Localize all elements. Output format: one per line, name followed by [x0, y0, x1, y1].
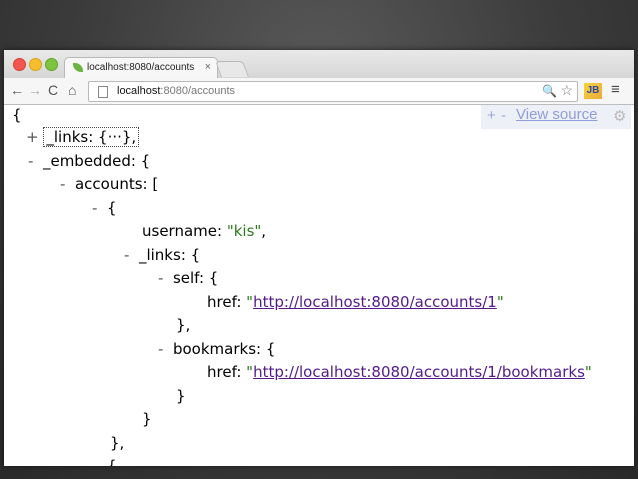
json-line-links-close: }: [142, 410, 152, 428]
json-key: bookmarks: [172, 340, 257, 358]
json-line-bookmarks-close: }: [176, 387, 186, 405]
self-href-link[interactable]: http://localhost:8080/accounts/1: [253, 293, 497, 311]
json-key: href: [207, 293, 237, 311]
json-key: href: [207, 363, 237, 381]
zoom-icon[interactable]: 🔍: [542, 84, 557, 98]
json-key: username: [142, 222, 217, 240]
collapse-toggle[interactable]: -: [60, 175, 65, 193]
collapse-toggle[interactable]: -: [158, 340, 163, 358]
viewer-controls: + - View source ⚙: [481, 105, 631, 129]
minimize-window-button[interactable]: [29, 58, 42, 71]
collapsed-object: {···},: [98, 128, 137, 146]
json-line-username: username: "kis",: [142, 222, 267, 240]
bookmarks-href-link[interactable]: http://localhost:8080/accounts/1/bookmar…: [253, 363, 585, 381]
bookmark-star-icon[interactable]: ☆: [560, 82, 573, 99]
view-source-link[interactable]: View source: [516, 106, 597, 123]
close-window-button[interactable]: [13, 58, 26, 71]
tab-close-icon[interactable]: ×: [205, 61, 211, 73]
json-key: accounts: [74, 175, 143, 193]
new-tab-button[interactable]: [215, 61, 249, 77]
spring-leaf-icon: [73, 63, 83, 72]
url-text[interactable]: localhost:8080/accounts: [117, 85, 235, 97]
json-line-self-href: href: "http://localhost:8080/accounts/1": [207, 293, 504, 311]
home-icon[interactable]: ⌂: [68, 82, 76, 98]
json-line-bookmarks: - bookmarks: {: [158, 340, 276, 358]
json-key: _links: [138, 246, 181, 264]
gear-icon[interactable]: ⚙: [613, 107, 626, 125]
url-host: localhost: [117, 85, 161, 97]
json-open-brace: {: [12, 106, 22, 124]
collapse-toggle[interactable]: -: [158, 269, 163, 287]
zoom-window-button[interactable]: [45, 58, 58, 71]
browser-toolbar: ← → C ⌂ localhost:8080/accounts 🔍 ☆ JB ≡: [4, 78, 634, 105]
url-path: :8080/accounts: [160, 85, 236, 97]
browser-window: localhost:8080/accounts × ← → C ⌂ localh…: [4, 50, 634, 466]
json-line-self-close: },: [176, 316, 191, 334]
back-icon[interactable]: ←: [10, 82, 24, 98]
expand-toggle[interactable]: +: [26, 128, 39, 146]
menu-icon[interactable]: ≡: [611, 81, 620, 98]
json-line-embedded: - _embedded: {: [28, 152, 151, 170]
json-key: self: [172, 269, 199, 287]
json-brace: {: [106, 457, 117, 466]
jetbrains-extension-icon[interactable]: JB: [584, 83, 602, 99]
address-bar[interactable]: localhost:8080/accounts 🔍 ☆: [88, 81, 578, 102]
json-line-bookmarks-href: href: "http://localhost:8080/accounts/1/…: [207, 363, 592, 381]
forward-icon[interactable]: →: [28, 82, 42, 98]
links-collapsed[interactable]: _links: {···},: [43, 127, 140, 147]
json-line-item-open: - {: [92, 199, 117, 217]
title-bar: localhost:8080/accounts ×: [4, 50, 634, 79]
browser-tab[interactable]: localhost:8080/accounts ×: [64, 57, 218, 79]
reload-icon[interactable]: C: [48, 82, 58, 98]
collapse-toggle[interactable]: -: [92, 199, 97, 217]
tab-title: localhost:8080/accounts: [87, 62, 195, 73]
json-viewer: + - View source ⚙ { + _links: {···}, - _…: [4, 105, 634, 466]
expand-all-button[interactable]: +: [487, 107, 496, 124]
json-string-value: "kis": [226, 222, 262, 240]
json-line-item-links: - _links: {: [124, 246, 201, 264]
json-line-item-close: },: [110, 434, 125, 452]
collapse-toggle[interactable]: -: [92, 457, 97, 466]
page-icon: [98, 86, 108, 98]
collapse-all-button[interactable]: -: [501, 107, 506, 124]
json-line-self: - self: {: [158, 269, 219, 287]
json-line-links: + _links: {···},: [26, 127, 140, 147]
json-key: _links: [46, 128, 89, 146]
json-line-accounts: - accounts: [: [60, 175, 159, 193]
json-line-next-item: - {: [92, 457, 117, 466]
json-key: _embedded: [42, 152, 131, 170]
collapse-toggle[interactable]: -: [124, 246, 129, 264]
collapse-toggle[interactable]: -: [28, 152, 33, 170]
